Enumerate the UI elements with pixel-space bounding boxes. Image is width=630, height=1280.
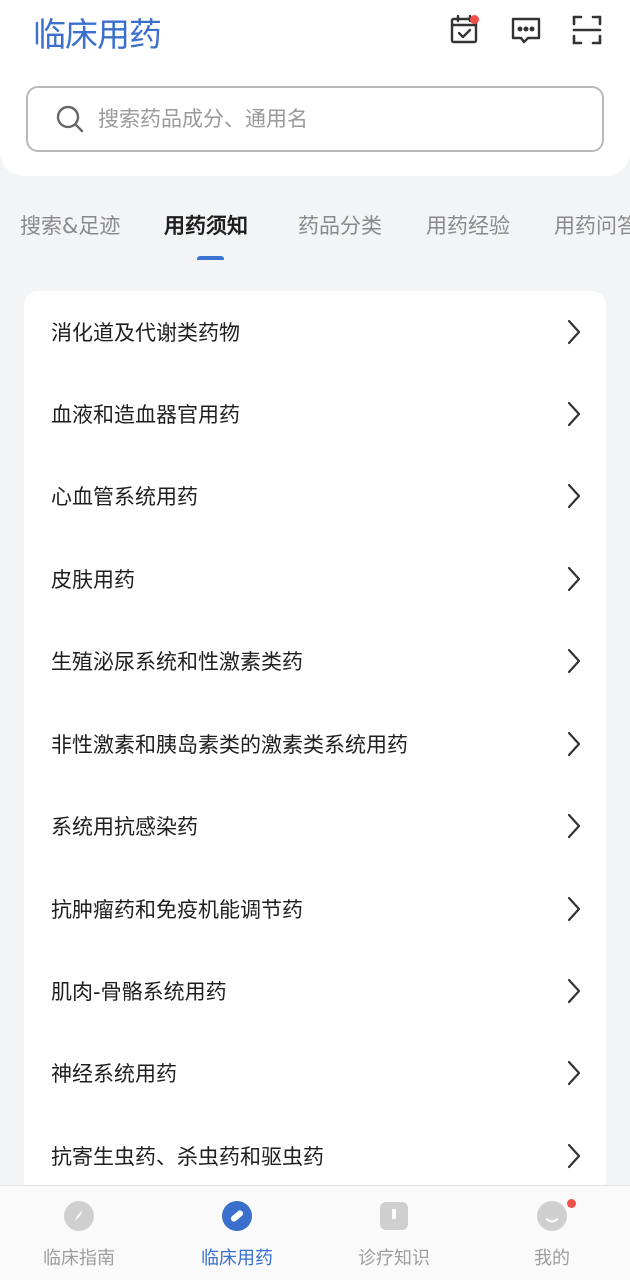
list-item[interactable]: 生殖泌尿系统和性激素类药 (24, 620, 606, 702)
search-input[interactable] (98, 107, 558, 131)
list-item-label: 血液和造血器官用药 (51, 403, 240, 427)
list-item[interactable]: 系统用抗感染药 (24, 785, 606, 867)
chevron-right-icon (567, 813, 581, 839)
list-item[interactable]: 非性激素和胰岛素类的激素类系统用药 (24, 703, 606, 785)
nav-label: 临床用药 (201, 1248, 273, 1269)
list-item[interactable]: 抗肿瘤药和免疫机能调节药 (24, 868, 606, 950)
chevron-right-icon (567, 1060, 581, 1086)
calendar-badge (470, 15, 479, 24)
list-item[interactable]: 神经系统用药 (24, 1032, 606, 1114)
chevron-right-icon (567, 896, 581, 922)
search-icon (56, 105, 84, 133)
app-title: 临床用药 (33, 15, 162, 54)
chevron-right-icon (567, 566, 581, 592)
list-item[interactable]: 抗寄生虫药、杀虫药和驱虫药 (24, 1115, 606, 1196)
chevron-right-icon (567, 648, 581, 674)
tab-search-history[interactable]: 搜索&足迹 (20, 210, 120, 240)
list-item-label: 心血管系统用药 (51, 485, 198, 509)
message-icon (511, 17, 541, 44)
nav-diagnosis-knowledge[interactable]: 诊疗知识 (315, 1186, 473, 1280)
list-item-label: 系统用抗感染药 (51, 815, 198, 839)
list-item[interactable]: 消化道及代谢类药物 (24, 291, 606, 373)
list-item[interactable]: 心血管系统用药 (24, 455, 606, 537)
list-item-label: 非性激素和胰岛素类的激素类系统用药 (51, 733, 408, 757)
profile-badge (567, 1199, 576, 1208)
compass-icon (64, 1201, 94, 1231)
tab-medication-notes[interactable]: 用药须知 (164, 210, 248, 240)
scan-icon (572, 15, 602, 45)
calendar-button[interactable] (446, 12, 482, 48)
tab-drug-categories[interactable]: 药品分类 (298, 210, 382, 240)
nav-profile[interactable]: 我的 (473, 1186, 630, 1280)
tab-medication-qa[interactable]: 用药问答 (554, 210, 630, 240)
bottom-nav: 临床指南 临床用药 诊疗知识 我的 (0, 1185, 630, 1280)
nav-clinical-guide[interactable]: 临床指南 (0, 1186, 158, 1280)
chevron-right-icon (567, 483, 581, 509)
list-item-label: 抗肿瘤药和免疫机能调节药 (51, 898, 303, 922)
pill-icon (222, 1201, 252, 1231)
nav-label: 诊疗知识 (358, 1248, 430, 1269)
active-tab-indicator (197, 256, 224, 260)
chevron-right-icon (567, 319, 581, 345)
chevron-right-icon (567, 1143, 581, 1169)
chevron-right-icon (567, 401, 581, 427)
list-item-label: 皮肤用药 (51, 568, 135, 592)
list-item[interactable]: 皮肤用药 (24, 538, 606, 620)
list-item[interactable]: 肌肉-骨骼系统用药 (24, 950, 606, 1032)
message-button[interactable] (508, 12, 544, 48)
scan-button[interactable] (569, 12, 605, 48)
list-item-label: 抗寄生虫药、杀虫药和驱虫药 (51, 1145, 324, 1169)
top-header: 临床用药 (0, 0, 630, 176)
nav-clinical-medication[interactable]: 临床用药 (158, 1186, 316, 1280)
category-tabs: 搜索&足迹 用药须知 药品分类 用药经验 用药问答 (0, 200, 630, 260)
list-item[interactable]: 血液和造血器官用药 (24, 373, 606, 455)
chevron-right-icon (567, 731, 581, 757)
list-item-label: 神经系统用药 (51, 1062, 177, 1086)
book-icon (380, 1202, 408, 1230)
category-list: 消化道及代谢类药物 血液和造血器官用药 心血管系统用药 皮肤用药 生殖泌尿系统和… (24, 291, 606, 1196)
profile-icon (537, 1201, 567, 1231)
list-item-label: 生殖泌尿系统和性激素类药 (51, 650, 303, 674)
list-item-label: 消化道及代谢类药物 (51, 321, 240, 345)
nav-label: 我的 (534, 1248, 570, 1269)
search-bar[interactable] (26, 86, 604, 152)
chevron-right-icon (567, 978, 581, 1004)
tab-medication-experience[interactable]: 用药经验 (426, 210, 510, 240)
nav-label: 临床指南 (43, 1248, 115, 1269)
list-item-label: 肌肉-骨骼系统用药 (51, 980, 227, 1004)
